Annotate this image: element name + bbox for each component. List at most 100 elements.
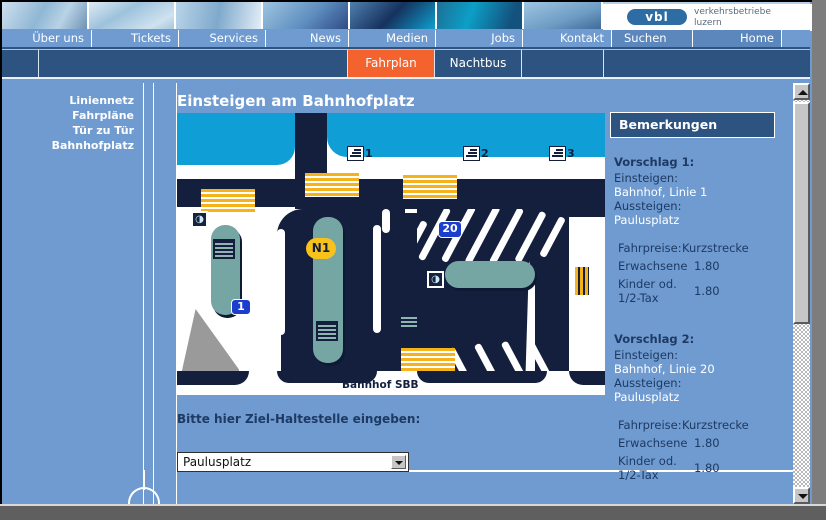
header-photo-1	[2, 2, 87, 29]
window-frame-right	[812, 0, 826, 520]
proposal-1-child-label-2: 1/2-Tax	[618, 291, 659, 305]
sidebar-item-tuer-zu-tuer[interactable]: Tür zu Tür	[2, 124, 140, 137]
header-photo-2	[89, 2, 174, 29]
nav-divider	[611, 30, 612, 47]
scrollbar-thumb[interactable]	[793, 102, 810, 324]
nav-divider	[91, 30, 92, 47]
window-frame-left	[0, 0, 2, 520]
nav-item-news[interactable]: News	[266, 30, 348, 47]
map-water-left	[177, 113, 295, 165]
vbl-logo-text: vbl	[645, 10, 669, 24]
vertical-scrollbar[interactable]	[793, 83, 810, 504]
map-badge-line-1[interactable]: 1	[231, 299, 251, 315]
header-photo-3	[176, 2, 261, 29]
map-shelter-n1	[316, 321, 338, 341]
subnav-divider	[347, 50, 348, 77]
window-frame-top	[0, 0, 826, 2]
sidebar-item-bahnhofplatz[interactable]: Bahnhofplatz	[2, 139, 140, 152]
nav-item-jobs[interactable]: Jobs	[436, 30, 522, 47]
map-platform-20	[445, 261, 535, 288]
map-bottom-navy-3	[417, 371, 547, 383]
destination-select[interactable]: Paulusplatz	[177, 452, 409, 472]
logo-line-1: verkehrsbetriebe	[694, 7, 771, 17]
proposal-1-board-value: Bahnhof, Linie 1	[614, 185, 708, 199]
nav-divider	[265, 30, 266, 47]
header-photo-6	[437, 2, 522, 29]
nav-item-suchen[interactable]: Suchen	[612, 30, 692, 47]
nav-item-kontakt[interactable]: Kontakt	[523, 30, 611, 47]
elevator-icon: ◑	[191, 211, 208, 228]
vbl-logo-mark: vbl	[627, 9, 687, 25]
main-navigation: Über uns Tickets Services News Medien Jo…	[2, 30, 810, 47]
scroll-up-arrow-icon[interactable]	[793, 83, 810, 100]
stairs-label-2: 2	[481, 147, 489, 160]
remarks-panel-divider	[176, 83, 177, 504]
map-pavement-left-top	[177, 165, 295, 179]
subnav-item-fahrplan[interactable]: Fahrplan	[348, 50, 434, 77]
nav-item-tickets[interactable]: Tickets	[92, 30, 178, 47]
subnav-divider	[38, 50, 39, 77]
photo-divider	[435, 2, 437, 29]
proposal-2-child-price: 1.80	[694, 461, 720, 475]
destination-select-value: Paulusplatz	[183, 455, 252, 469]
map-crosswalk-left	[201, 189, 255, 213]
nav-divider	[348, 30, 349, 47]
nav-divider	[435, 30, 436, 47]
map-shelter-3	[399, 313, 419, 331]
header-photo-strip: vbl verkehrsbetriebe luzern	[2, 2, 812, 31]
nav-divider	[692, 30, 693, 47]
map-crosswalk-right-vertical	[575, 267, 589, 295]
proposal-2-alight-value: Paulusplatz	[614, 390, 680, 404]
header-photo-5	[350, 2, 435, 29]
map-crosswalk-top-right	[403, 175, 457, 199]
vbl-logo[interactable]: vbl verkehrsbetriebe luzern	[603, 4, 812, 31]
nav-item-home[interactable]: Home	[693, 30, 781, 47]
proposal-2-title: Vorschlag 2:	[614, 332, 695, 346]
photo-divider	[348, 2, 350, 29]
map-pavement-right-edge	[569, 217, 605, 393]
subnav-item-nachtbus[interactable]: Nachtbus	[435, 50, 521, 77]
logo-line-2: luzern	[694, 18, 722, 28]
scroll-down-arrow-icon[interactable]	[793, 487, 810, 504]
proposal-2-fare-label: Fahrpreise:	[618, 418, 682, 432]
map-crosswalk-bottom	[401, 348, 455, 372]
bahnhofplatz-map[interactable]: Bahnhof SBB ◑ ◑ 1 N1 20 1 2 3	[177, 113, 605, 395]
map-badge-line-n1[interactable]: N1	[306, 238, 336, 259]
proposal-2-alight-label: Aussteigen:	[614, 376, 682, 390]
elevator-icon: ◑	[427, 271, 444, 288]
proposal-1-fare-label: Fahrpreise:	[618, 241, 682, 255]
page-title: Einsteigen am Bahnhofplatz	[177, 92, 415, 110]
nav-divider	[178, 30, 179, 47]
proposal-2-adult-label: Erwachsene	[618, 436, 688, 450]
nav-divider	[522, 30, 523, 47]
remarks-heading: Bemerkungen	[610, 112, 775, 138]
chevron-down-icon[interactable]	[391, 455, 406, 469]
nav-item-medien[interactable]: Medien	[349, 30, 435, 47]
window-frame-bottom	[0, 506, 826, 520]
sub-navigation: Fahrplan Nachtbus	[2, 50, 810, 77]
photo-divider	[522, 2, 524, 29]
destination-form-label: Bitte hier Ziel-Haltestelle eingeben:	[177, 412, 421, 426]
map-lane-line-2	[373, 225, 381, 333]
proposal-1-adult-label: Erwachsene	[618, 259, 688, 273]
proposal-2-fare-value: Kurzstrecke	[682, 418, 749, 432]
subnav-divider	[603, 50, 604, 77]
nav-item-services[interactable]: Services	[179, 30, 265, 47]
stairs-icon[interactable]	[347, 146, 364, 161]
proposal-1-alight-label: Aussteigen:	[614, 199, 682, 213]
left-sidebar: Liniennetz Fahrpläne Tür zu Tür Bahnhofp…	[2, 83, 140, 503]
map-badge-line-20[interactable]: 20	[438, 221, 462, 238]
stairs-icon[interactable]	[463, 146, 480, 161]
map-lane-line-1	[277, 229, 285, 335]
sidebar-item-fahrplaene[interactable]: Fahrpläne	[2, 109, 140, 122]
map-crosswalk-top-center	[305, 173, 359, 197]
proposal-2-child-label-1: Kinder od.	[618, 454, 677, 468]
header-photo-7	[524, 2, 601, 29]
proposal-1-adult-price: 1.80	[694, 259, 720, 273]
stairs-icon[interactable]	[549, 146, 566, 161]
sidebar-item-liniennetz[interactable]: Liniennetz	[2, 94, 140, 107]
proposal-1-child-label-1: Kinder od.	[618, 277, 677, 291]
nav-item-ueber-uns[interactable]: Über uns	[2, 30, 91, 47]
proposal-1-fare-value: Kurzstrecke	[682, 241, 749, 255]
sidebar-divider-line-2	[153, 83, 154, 504]
